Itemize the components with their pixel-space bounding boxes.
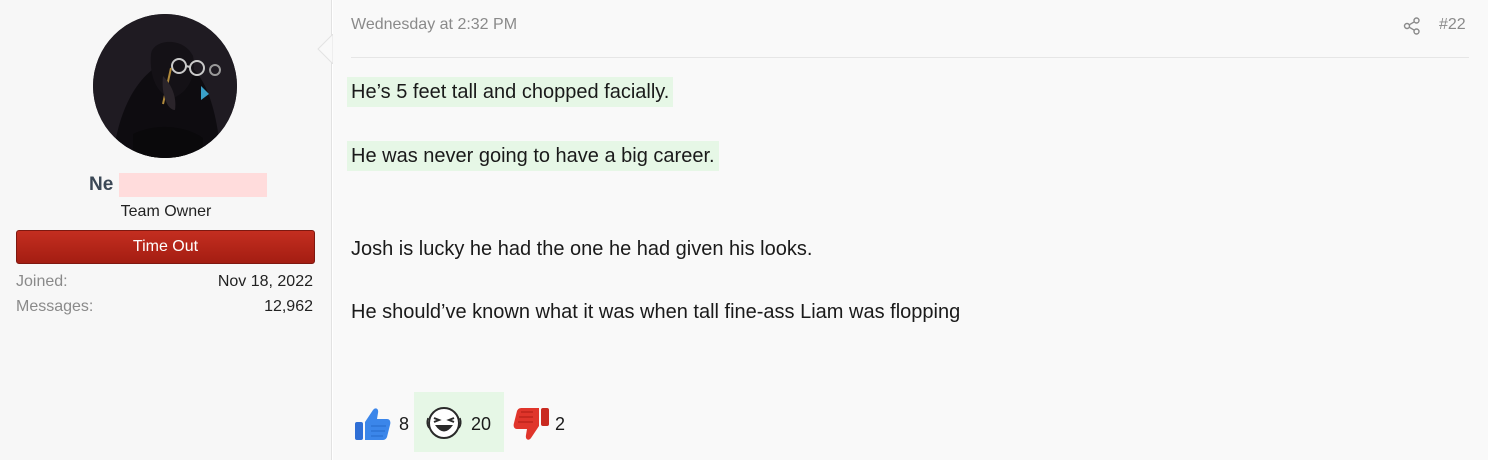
post-body-line: He should’ve known what it was when tall…	[351, 301, 961, 323]
reaction-haha-count: 20	[471, 414, 492, 434]
stat-messages-label: Messages:	[16, 298, 94, 315]
reaction-like-count: 8	[399, 414, 410, 434]
thumbs-down-icon	[513, 408, 549, 440]
user-banner: Time Out	[16, 230, 315, 264]
laughing-face-icon	[426, 407, 462, 439]
username[interactable]: Ne	[89, 173, 267, 197]
reaction-dislike[interactable]: 2	[511, 400, 571, 446]
post-divider	[351, 57, 1469, 58]
post-number-link[interactable]: #22	[1439, 16, 1466, 34]
share-icon[interactable]	[1403, 17, 1421, 35]
reaction-like[interactable]: 8	[351, 400, 411, 446]
thumbs-up-icon	[355, 408, 391, 440]
post-body-line: Josh is lucky he had the one he had give…	[351, 238, 813, 260]
username-text[interactable]: Ne	[89, 173, 113, 197]
stat-joined-value: Nov 18, 2022	[217, 273, 313, 290]
post-main: Wednesday at 2:32 PM #22 He’s 5 feet tal…	[333, 0, 1488, 460]
stat-joined-label: Joined:	[16, 273, 68, 290]
highlighted-line: He was never going to have a big career.	[347, 141, 719, 171]
user-title: Team Owner	[120, 203, 212, 220]
avatar[interactable]	[93, 14, 237, 158]
stat-messages-value: 12,962	[264, 298, 313, 315]
avatar-image	[93, 14, 237, 158]
username-redaction	[119, 173, 267, 197]
user-sidebar: Ne Team Owner Time Out Joined: Nov 18, 2…	[0, 0, 332, 460]
post-date[interactable]: Wednesday at 2:32 PM	[351, 16, 517, 34]
reaction-dislike-count: 2	[555, 414, 566, 434]
highlighted-line: He’s 5 feet tall and chopped facially.	[347, 77, 674, 107]
reaction-haha[interactable]: 20	[425, 400, 505, 446]
